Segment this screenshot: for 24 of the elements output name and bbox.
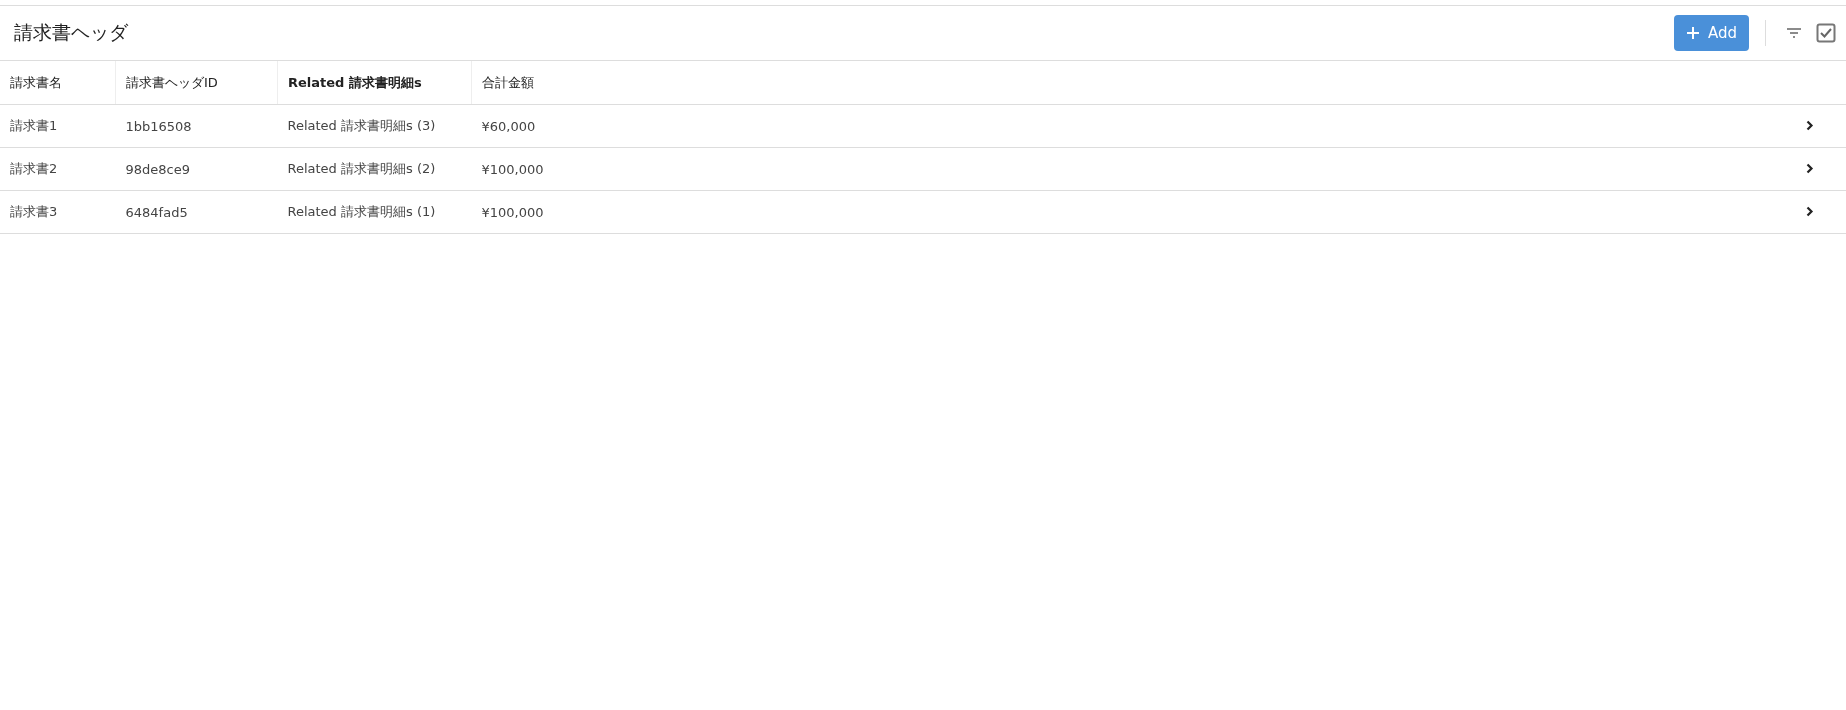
chevron-right-icon[interactable] bbox=[1806, 162, 1814, 174]
table-cell: ¥100,000 bbox=[471, 147, 1322, 191]
table-cell: 98de8ce9 bbox=[115, 147, 278, 191]
add-button[interactable]: Add bbox=[1673, 15, 1749, 51]
filter-icon[interactable] bbox=[1786, 27, 1802, 39]
column-header: Related 請求書明細s bbox=[277, 61, 472, 105]
table-cell: 請求書2 bbox=[0, 147, 116, 191]
column-header: 請求書名 bbox=[0, 61, 116, 105]
table-cell: 1bb16508 bbox=[115, 104, 278, 148]
column-header: 合計金額 bbox=[471, 61, 1322, 105]
table-cell: Related 請求書明細s (1) bbox=[277, 190, 472, 234]
table-cell: ¥100,000 bbox=[471, 190, 1322, 234]
table-cell: Related 請求書明細s (3) bbox=[277, 104, 472, 148]
checkbox-icon[interactable] bbox=[1816, 23, 1836, 43]
table-cell: 6484fad5 bbox=[115, 190, 278, 234]
chevron-right-icon[interactable] bbox=[1806, 119, 1814, 131]
column-header: 請求書ヘッダID bbox=[115, 61, 278, 105]
chevron-right-icon[interactable] bbox=[1806, 205, 1814, 217]
page-title: 請求書ヘッダ bbox=[14, 20, 128, 45]
table-cell: Related 請求書明細s (2) bbox=[277, 147, 472, 191]
table-cell: 請求書3 bbox=[0, 190, 116, 234]
table-cell: 請求書1 bbox=[0, 104, 116, 148]
table-cell: ¥60,000 bbox=[471, 104, 1322, 148]
plus-icon bbox=[1685, 26, 1700, 40]
